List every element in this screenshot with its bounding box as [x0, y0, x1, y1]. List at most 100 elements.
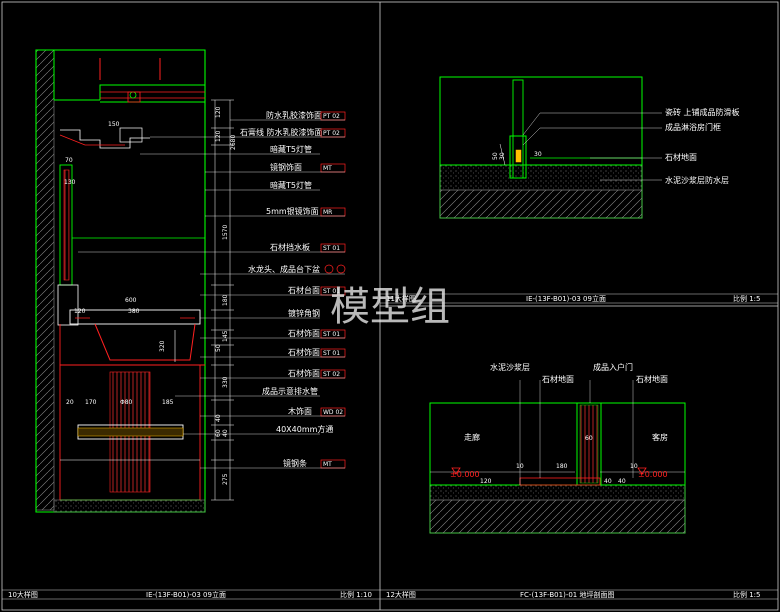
level-text: ±0.000 — [450, 470, 480, 479]
callout-text: 暗藏T5灯管 — [270, 180, 312, 190]
scale-label: 比例 1:5 — [733, 590, 761, 599]
dim-v: 60 — [215, 429, 222, 437]
drawing-ref: FC-(13F-B01)-01 地坪剖面图 — [520, 590, 614, 599]
callout-text: 40X40mm方通 — [276, 424, 333, 434]
dim: 60 — [585, 435, 593, 442]
dim-h: 120 — [74, 308, 86, 315]
callout-text: 石材地面 — [665, 152, 697, 162]
callout-code: MT — [323, 165, 332, 172]
stone-counter — [57, 284, 79, 326]
callout: 镜钢条 MT — [283, 458, 346, 469]
callout-code: ST 02 — [323, 371, 340, 378]
dim: 40 — [618, 478, 626, 485]
dim-v: 145 — [222, 330, 229, 342]
detail-number: 12大样图 — [386, 590, 416, 599]
callout-text: 暗藏T5灯管 — [270, 144, 312, 154]
left-horizontal-dimensions: 150 70 130 600 380 120 20 170 Φ80 185 — [64, 121, 174, 406]
callout-text: 水泥沙浆层防水层 — [665, 175, 729, 185]
dim-h: 185 — [162, 399, 174, 406]
level-marker-left: ±0.000 — [450, 467, 480, 479]
callout: 镜钢饰面 MT — [270, 162, 346, 173]
callout-text: 成品入户门 — [593, 362, 633, 372]
title-bar-left: 10大样图 IE-(13F-B01)-03 09立面 比例 1:10 — [2, 589, 380, 600]
callout: 石材饰面 ST 01 — [288, 347, 346, 358]
callout-code: ST 01 — [323, 245, 340, 252]
left-section-detail — [35, 49, 234, 513]
callout-text: 石材台面 — [288, 285, 320, 295]
dim-v: 40 — [222, 429, 229, 437]
scale-label: 比例 1:10 — [340, 590, 372, 599]
callout: 镀锌角钢 — [288, 308, 320, 318]
dim-h: 150 — [108, 121, 120, 128]
callout-text: 防水乳胶漆饰面 — [266, 110, 322, 120]
dim: 30 — [499, 152, 506, 160]
top-right-detail: 30 50 30 瓷砖 上铺成品防滑板 成品淋浴房门框 石材地面 水泥沙浆层防水… — [439, 76, 740, 219]
level-text: ±0.000 — [638, 470, 668, 479]
callout-text: 水龙头、成品台下盆 — [248, 264, 320, 274]
dim-h: 380 — [128, 308, 140, 315]
detail-number: 10大样图 — [8, 590, 38, 599]
callout: 水龙头、成品台下盆 — [248, 264, 346, 274]
callout-text: 镜钢条 — [283, 458, 307, 468]
callout-text: 石材饰面 — [288, 328, 320, 338]
ceiling-structure — [53, 50, 205, 101]
dim-v: 40 — [215, 414, 222, 422]
room-label-left: 走廊 — [464, 432, 480, 442]
level-marker-right: ±0.000 — [637, 467, 668, 479]
callout-code: ST 01 — [323, 331, 340, 338]
callout-text: 5mm银镜饰面 — [266, 206, 319, 216]
callout: 木饰面 WD 02 — [288, 406, 346, 417]
callout: 石膏线 防水乳胶漆饰面 PT 02 — [240, 127, 346, 138]
scale-label: 比例 1:5 — [733, 294, 761, 303]
dim: 50 — [492, 152, 499, 160]
dim-h: 170 — [85, 399, 97, 406]
basin — [94, 323, 196, 361]
title-bar-right: 12大样图 FC-(13F-B01)-01 地坪剖面图 比例 1:5 — [380, 589, 778, 600]
callout-text: 石膏线 防水乳胶漆饰面 — [240, 127, 323, 137]
dim-v: 320 — [159, 340, 166, 352]
callout-code: PT 02 — [323, 130, 340, 137]
callout-text: 成品淋浴房门框 — [665, 122, 721, 132]
wall-hatch — [35, 49, 55, 511]
callout: 防水乳胶漆饰面 PT 02 — [266, 110, 346, 121]
callout: 5mm银镜饰面 MR — [266, 206, 346, 217]
callout-text: 石材地面 — [542, 374, 574, 384]
callout-code: WD 02 — [323, 409, 343, 416]
dim: 10 — [516, 463, 524, 470]
callout-text: 石材地面 — [636, 374, 668, 384]
callout-text: 瓷砖 上铺成品防滑板 — [665, 107, 740, 117]
callout: 暗藏T5灯管 — [270, 180, 312, 190]
dim: 30 — [534, 151, 542, 158]
callout: 40X40mm方通 — [276, 424, 333, 434]
bottom-right-detail: 水泥沙浆层 石材地面 成品入户门 石材地面 走廊 客房 ±0.000 ±0.00… — [429, 362, 686, 534]
door-frame — [512, 79, 524, 179]
dim: 180 — [556, 463, 568, 470]
dim-h: 70 — [65, 157, 73, 164]
dim: 120 — [480, 478, 492, 485]
callout: 石材挡水板 ST 01 — [270, 242, 346, 253]
dim-v: 275 — [222, 473, 229, 485]
dim-v: 50 — [215, 344, 222, 352]
room-label-right: 客房 — [652, 432, 668, 442]
cad-drawing-canvas: 120 120 2680 1570 180 145 50 320 330 40 … — [1, 1, 779, 611]
dim-h: 600 — [125, 297, 137, 304]
drawing-ref: IE-(13F-B01)-03 09立面 — [526, 294, 606, 303]
callout-text: 成品示意排水管 — [262, 386, 318, 396]
callout-code: MT — [323, 461, 332, 468]
callout: 暗藏T5灯管 — [270, 144, 312, 154]
callout-text: 石材挡水板 — [270, 242, 310, 252]
callout-code: MR — [323, 209, 332, 216]
dim-h: 130 — [64, 179, 76, 186]
drawing-ref: IE-(13F-B01)-03 09立面 — [146, 590, 226, 599]
dim: 40 — [604, 478, 612, 485]
dim-v: 120 — [215, 106, 222, 118]
callout: 成品示意排水管 — [262, 386, 318, 396]
dim-v: 180 — [222, 294, 229, 306]
watermark-text: 模型组 — [330, 284, 450, 330]
dim-v: 120 — [215, 130, 222, 142]
callout-text: 镀锌角钢 — [288, 308, 320, 318]
callout-text: 石材饰面 — [288, 368, 320, 378]
dim-h: 20 — [66, 399, 74, 406]
callout-text: 镜钢饰面 — [270, 162, 302, 172]
dim: 10 — [630, 463, 638, 470]
